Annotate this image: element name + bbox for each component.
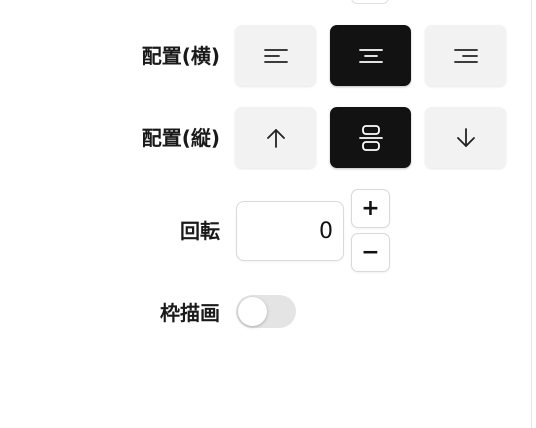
center-align-icon: [358, 48, 383, 63]
right-align-icon: [453, 48, 478, 63]
toggle-knob: [238, 297, 267, 326]
align-top-icon: [266, 128, 285, 148]
align-horizontal-label: 配置(横): [141, 44, 220, 68]
plus-icon: +: [361, 195, 380, 221]
align-center-button[interactable]: [330, 25, 411, 86]
align-left-button[interactable]: [235, 25, 316, 86]
panel-border: [531, 0, 532, 428]
rotation-label: 回転: [180, 219, 220, 243]
align-bottom-icon: [456, 127, 475, 147]
align-vertical-label: 配置(縦): [141, 126, 220, 150]
rotation-input[interactable]: [236, 201, 344, 261]
align-right-button[interactable]: [425, 25, 506, 86]
settings-panel: 配置(横) 配置(縦) 回転 0 + − 枠描画: [0, 0, 536, 428]
left-align-icon: [263, 48, 288, 63]
rotation-increment-button[interactable]: +: [351, 189, 390, 228]
align-middle-button[interactable]: [330, 107, 411, 168]
align-bottom-button[interactable]: [425, 107, 506, 168]
frame-draw-label: 枠描画: [160, 301, 220, 325]
rotation-decrement-button[interactable]: −: [351, 233, 390, 272]
align-middle-icon: [358, 124, 383, 151]
align-top-button[interactable]: [235, 107, 316, 168]
minus-icon: −: [361, 239, 380, 265]
frame-draw-toggle[interactable]: [236, 295, 296, 328]
stepper-partial-button[interactable]: [351, 0, 389, 4]
